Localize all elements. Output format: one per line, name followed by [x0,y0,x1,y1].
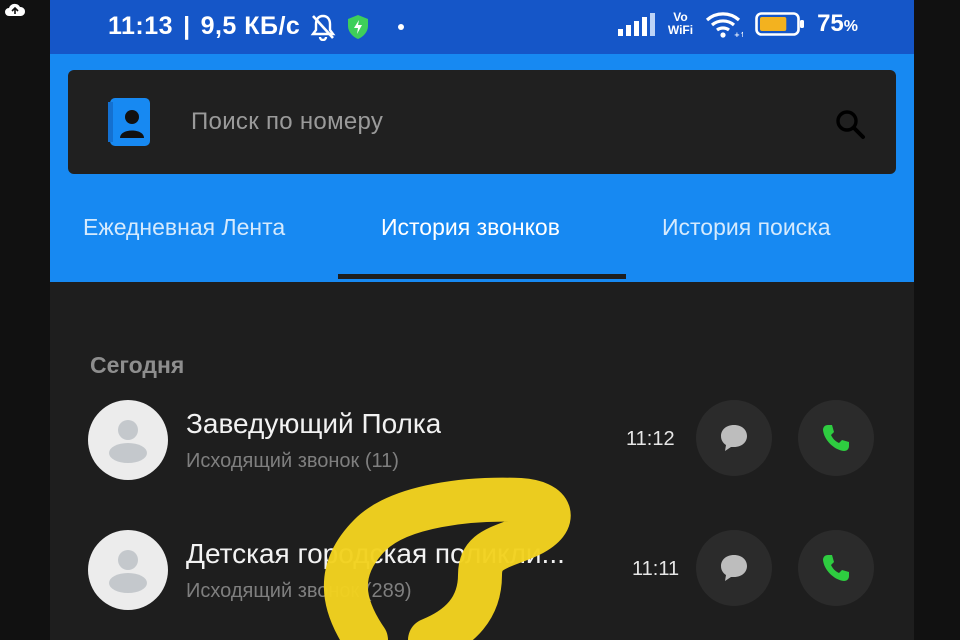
search-bar[interactable]: Поиск по номеру [68,70,896,174]
shield-icon [348,14,369,39]
battery-icon [755,12,805,36]
call-time: 11:11 [632,558,680,580]
phone-screen: 11:13 | 9,5 КБ/с Vo WiFi +↑ 75% Поиск по… [50,0,914,640]
status-bar: 11:13 | 9,5 КБ/с Vo WiFi +↑ 75% [50,0,914,54]
cloud-icon [5,3,26,16]
message-button[interactable] [696,400,772,476]
battery-unit: % [843,18,858,35]
phone-icon [823,425,849,451]
status-separator: | [183,12,191,40]
call-row[interactable]: Заведующий Полка Исходящий звонок (11) 1… [50,400,914,510]
avatar[interactable] [88,400,168,480]
battery-percent: 75% [817,10,858,38]
contact-book-icon[interactable] [106,98,154,150]
dot-icon [398,23,405,30]
contact-name: Заведующий Полка [186,408,442,439]
call-detail: Исходящий звонок (11) [186,450,399,472]
vowifi-bottom: WiFi [667,23,694,37]
call-button[interactable] [798,530,874,606]
section-title-today: Сегодня [90,352,185,378]
active-tab-indicator [338,274,626,279]
tab-call-history[interactable]: История звонков [381,214,560,241]
message-icon [721,425,747,451]
search-icon[interactable] [834,108,866,140]
tab-search-history[interactable]: История поиска [662,214,831,241]
status-time: 11:13 [108,12,174,40]
bell-off-icon [310,14,336,41]
battery-value: 75 [817,10,844,37]
avatar[interactable] [88,530,168,610]
tab-bar: Ежедневная Лента История звонков История… [50,200,914,282]
phone-icon [823,555,849,581]
call-button[interactable] [798,400,874,476]
search-input[interactable]: Поиск по номеру [191,108,383,136]
message-button[interactable] [696,530,772,606]
call-detail: Исходящий звонок (289) [186,580,412,602]
person-icon [109,550,147,593]
wifi-icon: +↑ [705,12,743,38]
vowifi-indicator: Vo WiFi [668,11,693,37]
tab-daily-feed[interactable]: Ежедневная Лента [83,214,285,241]
status-speed: 9,5 КБ/с [200,12,301,40]
message-icon [721,555,747,581]
contact-name: Детская городская поликли... [186,538,565,569]
status-bar-left: 11:13 | 9,5 КБ/с [108,12,405,41]
person-icon [109,420,147,463]
screenshot-frame: 11:13 | 9,5 КБ/с Vo WiFi +↑ 75% Поиск по… [0,0,960,640]
svg-text:+↑: +↑ [734,31,743,38]
call-time: 11:12 [626,428,675,450]
signal-icon [617,13,655,36]
status-bar-right: Vo WiFi +↑ 75% [617,10,858,38]
call-row[interactable]: Детская городская поликли... Исходящий з… [50,530,914,640]
